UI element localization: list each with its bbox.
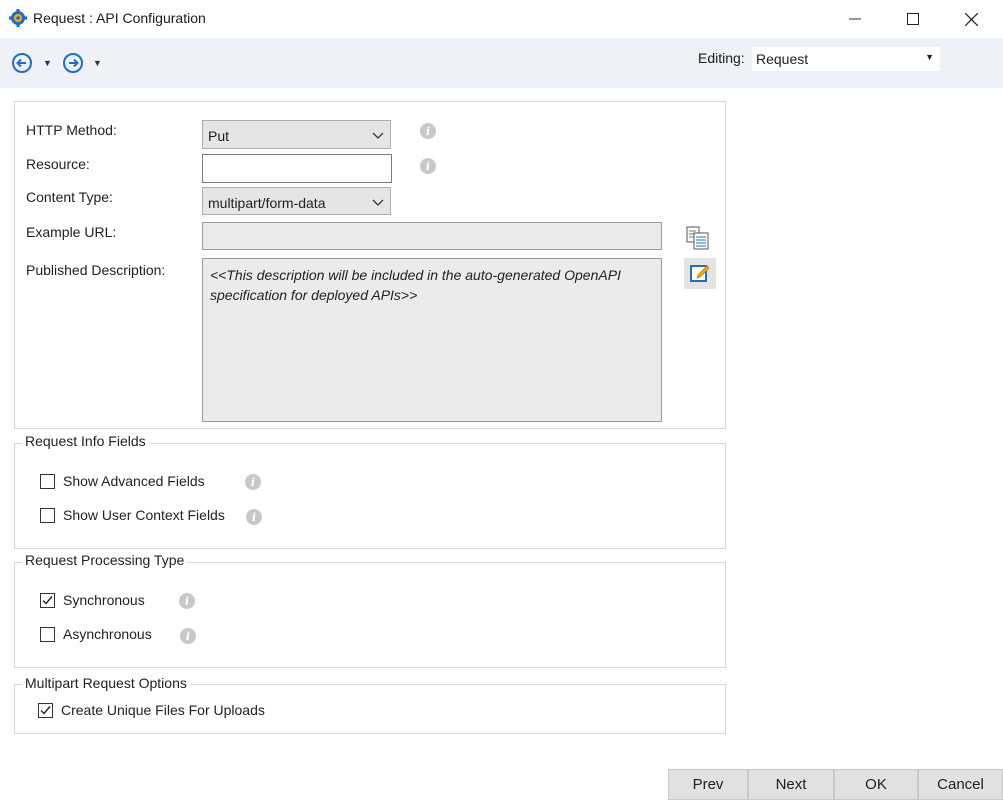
back-arrow-icon[interactable] (11, 52, 33, 74)
info-icon[interactable]: i (420, 123, 436, 139)
synchronous-label[interactable]: Synchronous (63, 592, 145, 608)
chevron-down-icon (372, 132, 384, 139)
show-advanced-label[interactable]: Show Advanced Fields (63, 473, 205, 489)
forward-dropdown-caret[interactable]: ▼ (93, 58, 102, 68)
resource-input[interactable] (202, 154, 392, 183)
editing-select-value: Request (756, 51, 809, 67)
checkmark-icon (42, 596, 53, 605)
synchronous-checkbox[interactable] (40, 593, 55, 608)
published-description-field[interactable]: <<This description will be included in t… (202, 258, 662, 422)
resource-label: Resource: (26, 156, 90, 172)
show-advanced-checkbox[interactable] (40, 474, 55, 489)
multipart-options-legend: Multipart Request Options (22, 675, 190, 691)
http-method-select[interactable]: Put (202, 120, 391, 149)
show-user-context-checkbox[interactable] (40, 508, 55, 523)
forward-arrow-icon[interactable] (62, 52, 84, 74)
window-title: Request : API Configuration (33, 10, 206, 26)
close-button[interactable] (942, 0, 1000, 38)
published-description-label: Published Description: (26, 262, 166, 278)
example-url-field[interactable] (202, 222, 662, 250)
prev-button[interactable]: Prev (668, 769, 748, 800)
processing-type-group (14, 562, 726, 668)
edit-description-button[interactable] (684, 258, 716, 289)
chevron-down-icon (372, 199, 384, 206)
example-url-label: Example URL: (26, 224, 117, 240)
info-icon[interactable]: i (180, 628, 196, 644)
copy-icon[interactable] (686, 226, 712, 250)
cancel-button[interactable]: Cancel (918, 769, 1003, 800)
http-method-label: HTTP Method: (26, 122, 117, 138)
minimize-icon (849, 18, 861, 20)
back-dropdown-caret[interactable]: ▼ (43, 58, 52, 68)
editing-select[interactable]: Request ▼ (752, 47, 940, 71)
maximize-icon (907, 13, 919, 25)
edit-icon (690, 265, 710, 282)
request-info-group (14, 443, 726, 549)
maximize-button[interactable] (884, 0, 942, 38)
processing-type-legend: Request Processing Type (22, 552, 188, 568)
minimize-button[interactable] (826, 0, 884, 38)
next-button[interactable]: Next (748, 769, 834, 800)
close-icon (964, 12, 978, 26)
asynchronous-checkbox[interactable] (40, 627, 55, 642)
unique-files-label[interactable]: Create Unique Files For Uploads (61, 702, 265, 718)
info-icon[interactable]: i (245, 474, 261, 490)
info-icon[interactable]: i (179, 593, 195, 609)
ok-button[interactable]: OK (834, 769, 918, 800)
content-type-select[interactable]: multipart/form-data (202, 187, 391, 215)
info-icon[interactable]: i (246, 509, 262, 525)
content-type-label: Content Type: (26, 189, 113, 205)
info-icon[interactable]: i (420, 158, 436, 174)
checkmark-icon (40, 706, 51, 715)
show-user-context-label[interactable]: Show User Context Fields (63, 507, 225, 523)
content-type-value: multipart/form-data (208, 195, 326, 211)
published-description-text: <<This description will be included in t… (210, 267, 621, 303)
gear-icon (9, 9, 27, 27)
asynchronous-label[interactable]: Asynchronous (63, 626, 152, 642)
chevron-down-icon: ▼ (925, 52, 934, 62)
unique-files-checkbox[interactable] (38, 703, 53, 718)
editing-label: Editing: (698, 50, 745, 66)
http-method-value: Put (208, 128, 230, 144)
request-info-legend: Request Info Fields (22, 433, 149, 449)
